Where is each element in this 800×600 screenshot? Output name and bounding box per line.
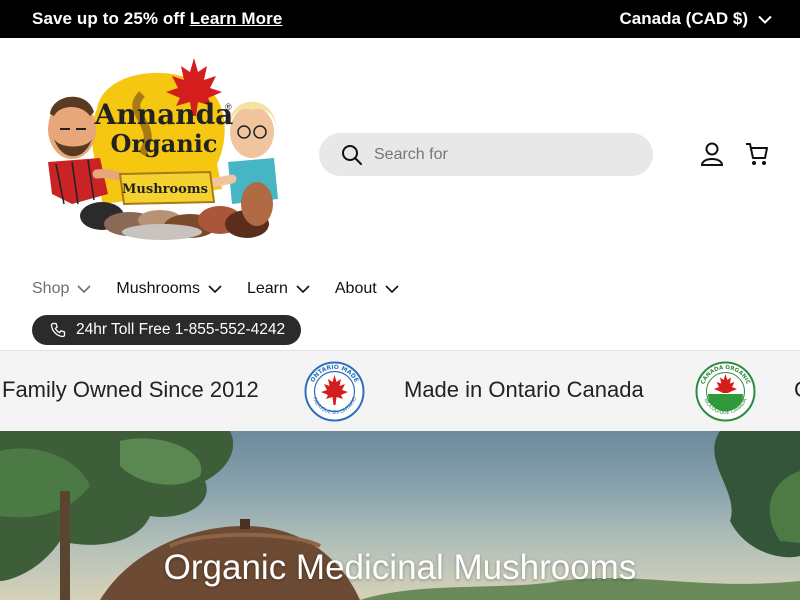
- promo-message: Save up to 25% off Learn More: [32, 9, 282, 29]
- chevron-down-icon: [758, 15, 772, 24]
- chevron-down-icon: [77, 285, 91, 293]
- chevron-down-icon: [385, 285, 399, 293]
- currency-selector[interactable]: Canada (CAD $): [620, 9, 772, 29]
- marquee-text-family-owned: Family Owned Since 2012: [2, 377, 259, 402]
- learn-more-link[interactable]: Learn More: [190, 9, 283, 28]
- canada-organic-badge: CANADA ORGANIC BIOLOGIQUE CANADA: [695, 361, 756, 422]
- marquee-text-made-in-ontario: Made in Ontario Canada: [404, 377, 644, 402]
- logo-line1: Annanda: [94, 98, 234, 131]
- nav-label-shop: Shop: [32, 280, 70, 297]
- search-input[interactable]: [374, 145, 624, 164]
- hero-title: Organic Medicinal Mushrooms: [163, 548, 637, 587]
- nav-label-learn: Learn: [246, 280, 288, 297]
- nav-item-mushrooms[interactable]: Mushrooms: [116, 280, 222, 298]
- logo-line3: Mushrooms: [122, 182, 208, 197]
- marquee-text-next: C: [794, 377, 800, 403]
- nav-item-learn[interactable]: Learn: [247, 280, 310, 298]
- chevron-down-icon: [208, 285, 222, 293]
- promo-text: Save up to 25% off: [32, 9, 185, 28]
- search-bar[interactable]: [319, 133, 653, 176]
- main-nav: Shop Mushrooms Learn About: [32, 280, 424, 298]
- account-icon[interactable]: [699, 141, 725, 167]
- trust-marquee: Family Owned Since 2012 ONTARIO MADE FAB…: [0, 350, 800, 431]
- phone-icon: [50, 322, 66, 338]
- svg-text:®: ®: [225, 102, 232, 112]
- ontario-made-badge: ONTARIO MADE FABRIQUE EN ONTARIO: [304, 361, 365, 422]
- cart-icon[interactable]: [744, 141, 770, 167]
- hero-banner: Organic Medicinal Mushrooms: [0, 431, 800, 600]
- nav-label-mushrooms: Mushrooms: [116, 280, 200, 297]
- site-logo[interactable]: Annanda ® Organic Mushrooms: [42, 54, 278, 244]
- nav-item-shop[interactable]: Shop: [32, 280, 91, 298]
- chevron-down-icon: [296, 285, 310, 293]
- nav-label-about: About: [334, 280, 377, 297]
- nav-item-about[interactable]: About: [335, 280, 399, 298]
- currency-label: Canada (CAD $): [619, 9, 748, 28]
- logo-image: Annanda ® Organic Mushrooms: [48, 58, 278, 240]
- toll-free-phone-button[interactable]: 24hr Toll Free 1-855-552-4242: [32, 315, 302, 345]
- announcement-bar: Save up to 25% off Learn More Canada (CA…: [0, 0, 800, 38]
- phone-label: 24hr Toll Free 1-855-552-4242: [76, 321, 286, 338]
- logo-line2: Organic: [110, 129, 217, 158]
- search-icon[interactable]: [341, 144, 363, 166]
